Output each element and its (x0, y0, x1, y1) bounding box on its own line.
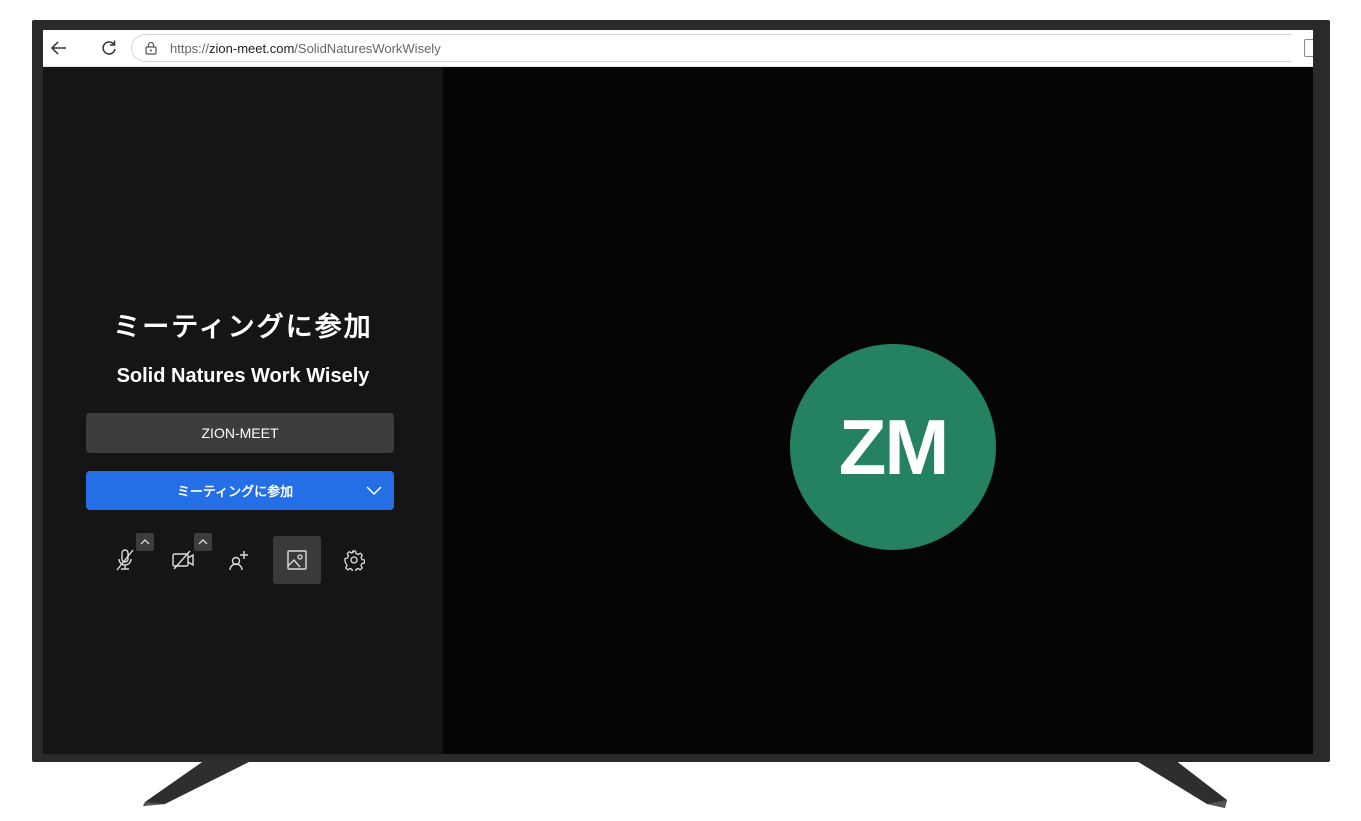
invite-people-button[interactable] (215, 536, 263, 584)
lock-icon (142, 39, 160, 57)
address-bar[interactable]: https:// zion-meet.com /SolidNaturesWork… (131, 34, 1291, 62)
meeting-name: Solid Natures Work Wisely (116, 365, 370, 387)
join-meeting-label: ミーティングに参加 (176, 485, 294, 500)
chevron-up-icon (140, 539, 150, 545)
camera-off-icon (172, 550, 194, 570)
tv-screen: https:// zion-meet.com /SolidNaturesWork… (43, 30, 1313, 754)
url-domain: zion-meet.com (209, 40, 295, 56)
browser-toolbar: https:// zion-meet.com /SolidNaturesWork… (43, 30, 1313, 67)
background-image-icon (287, 550, 307, 570)
arrow-left-icon (50, 41, 66, 55)
tv-stand-right (1135, 760, 1227, 808)
back-button[interactable] (43, 32, 75, 64)
media-toolbar (43, 533, 443, 585)
settings-icon (344, 550, 365, 571)
tab-actions-icon[interactable] (1304, 39, 1313, 57)
microphone-muted-icon (116, 549, 134, 571)
display-name-field[interactable]: ZION-MEET (86, 413, 394, 453)
reload-icon (102, 40, 116, 55)
microphone-options-button[interactable] (136, 533, 154, 551)
url-path: /SolidNaturesWorkWisely (294, 40, 441, 56)
background-image-button[interactable] (273, 536, 321, 584)
camera-options-button[interactable] (194, 533, 212, 551)
avatar: ZM (790, 344, 996, 550)
prejoin-panel: ミーティングに参加 Solid Natures Work Wisely ZION… (43, 67, 443, 754)
page-title: ミーティングに参加 (113, 312, 373, 343)
url-scheme: https:// (170, 40, 210, 56)
chevron-down-icon[interactable] (354, 471, 394, 510)
tv-stand-left (143, 760, 253, 806)
reload-button[interactable] (93, 32, 125, 64)
invite-people-icon (229, 551, 248, 571)
chevron-up-icon (198, 539, 208, 545)
join-meeting-button[interactable]: ミーティングに参加 (86, 471, 394, 510)
video-preview: ZM (443, 67, 1313, 754)
settings-button[interactable] (330, 536, 378, 584)
